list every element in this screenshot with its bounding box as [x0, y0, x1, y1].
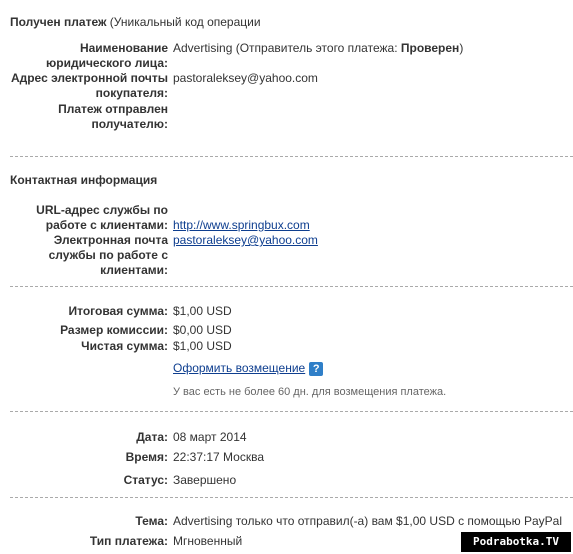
page-title-rest: (Уникальный код операции — [106, 15, 261, 29]
support-url-link[interactable]: http://www.springbux.com — [173, 218, 310, 232]
buyer-email-label: Адрес электронной почты покупателя: — [10, 71, 168, 100]
sent-to-label: Платеж отправлен получателю: — [58, 102, 168, 131]
subject-value: Advertising только что отправил(-а) вам … — [173, 514, 563, 528]
question-icon[interactable]: ? — [309, 361, 324, 376]
support-email-link[interactable]: pastoraleksey@yahoo.com — [173, 233, 318, 247]
total-label: Итоговая сумма: — [68, 304, 168, 318]
fee-label: Размер комиссии: — [60, 323, 168, 337]
contact-section-title: Контактная информация — [10, 173, 158, 187]
support-url-value: http://www.springbux.com — [173, 218, 310, 233]
net-label: Чистая сумма: — [81, 339, 168, 353]
refund-note: У вас есть не более 60 дн. для возмещени… — [173, 386, 447, 398]
refund-row: Оформить возмещение? — [173, 361, 324, 376]
support-url-label: URL-адрес службы по работе с клиентами: — [36, 203, 168, 232]
divider — [10, 286, 573, 287]
divider — [10, 411, 573, 412]
total-value: $1,00 USD — [173, 304, 232, 318]
time-label: Время: — [125, 450, 168, 464]
legal-name-value: Advertising (Отправитель этого платежа: … — [173, 41, 463, 56]
date-value: 08 март 2014 — [173, 430, 247, 444]
watermark-logo: Podrabotka.TV — [461, 532, 571, 552]
page-title: Получен платеж (Уникальный код операции — [10, 15, 261, 29]
legal-name-text: Advertising (Отправитель этого платежа: — [173, 41, 401, 55]
divider — [10, 497, 573, 498]
refund-link[interactable]: Оформить возмещение — [173, 361, 305, 375]
sender-status: Проверен — [400, 41, 460, 55]
buyer-email-value: pastoraleksey@yahoo.com — [173, 71, 318, 85]
sender-status-close: ) — [459, 41, 464, 55]
fee-value: $0,00 USD — [173, 323, 232, 337]
status-value: Завершено — [173, 473, 237, 487]
page-title-bold: Получен платеж — [10, 15, 107, 29]
support-email-label: Электронная почта службы по работе с кли… — [48, 233, 168, 277]
status-label: Статус: — [123, 473, 168, 487]
support-email-value: pastoraleksey@yahoo.com — [173, 233, 318, 248]
net-value: $1,00 USD — [173, 339, 232, 353]
divider — [10, 156, 573, 157]
subject-label: Тема: — [135, 514, 168, 528]
payment-type-value: Мгновенный — [173, 534, 243, 548]
time-value: 22:37:17 Москва — [173, 450, 265, 464]
date-label: Дата: — [136, 430, 168, 444]
payment-type-label: Тип платежа: — [89, 534, 168, 548]
legal-name-label: Наименование юридического лица: — [46, 41, 168, 70]
